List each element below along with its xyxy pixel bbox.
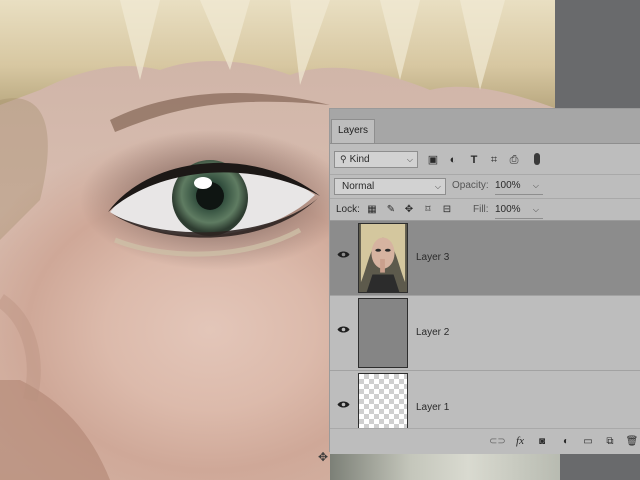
visibility-eye-icon[interactable]	[337, 400, 350, 409]
tab-layers[interactable]: Layers	[331, 119, 375, 143]
layer-thumbnail-transparent	[358, 373, 408, 429]
blend-mode-value: Normal	[342, 181, 375, 192]
photo-hair-bottom	[330, 452, 560, 480]
layer-row-layer-1[interactable]: Layer 1	[330, 371, 640, 429]
image-filter-icon[interactable]: ▣	[426, 153, 440, 167]
move-cursor-icon: ✥	[318, 450, 329, 464]
layer-style-icon[interactable]: fx	[513, 435, 527, 448]
visibility-eye-icon[interactable]	[337, 250, 350, 259]
chevron-down-icon: ⌵	[532, 205, 539, 214]
chevron-down-icon: ⌵	[532, 181, 539, 190]
lock-artboard-icon[interactable]: ⌑	[422, 203, 434, 216]
lock-label: Lock:	[336, 204, 360, 215]
layer-name: Layer 3	[416, 252, 450, 263]
layer-row-layer-3[interactable]: Layer 3	[330, 221, 640, 296]
opacity-field[interactable]: 100% ⌵	[495, 178, 543, 195]
layer-name: Layer 2	[416, 327, 450, 338]
layer-name: Layer 1	[416, 402, 450, 413]
opacity-value: 100%	[495, 180, 521, 191]
filter-kind-label: Kind	[349, 154, 370, 165]
blend-row: Normal ⌵ Opacity: 100% ⌵	[330, 174, 640, 197]
filter-row: ⚲ Kind ⌵ ▣ ◐ T ⌗ ⎙	[330, 149, 640, 171]
blend-mode-select[interactable]: Normal ⌵	[334, 178, 446, 195]
layers-bottom-toolbar: ⊂⊃ fx ◙ ◐ ▭ ⧉ 🗑	[330, 428, 640, 454]
layers-panel: Layers ⚲ Kind ⌵ ▣ ◐ T ⌗ ⎙ Normal ⌵ Opacit…	[329, 108, 640, 454]
chevron-down-icon: ⌵	[434, 182, 441, 191]
new-layer-icon[interactable]: ⧉	[603, 435, 617, 448]
new-group-icon[interactable]: ▭	[581, 435, 595, 448]
fill-field[interactable]: 100% ⌵	[495, 202, 543, 219]
type-filter-icon[interactable]: T	[467, 153, 481, 167]
layer-thumbnail-photo	[358, 223, 408, 293]
layer-row-layer-2[interactable]: Layer 2	[330, 296, 640, 371]
lock-row: Lock: ▦ ✎ ✥ ⌑ ⊟ Fill: 100% ⌵	[330, 198, 640, 221]
new-adjustment-layer-icon[interactable]: ◐	[559, 435, 573, 448]
lock-position-icon[interactable]: ✥	[403, 203, 415, 216]
opacity-label: Opacity:	[452, 180, 489, 191]
panel-tab-bar: Layers	[330, 109, 640, 144]
lock-transparent-pixels-icon[interactable]: ▦	[366, 203, 378, 216]
adjustment-filter-icon[interactable]: ◐	[446, 153, 460, 167]
fill-label: Fill:	[473, 204, 489, 215]
smart-object-filter-icon[interactable]: ⎙	[507, 153, 521, 167]
filter-toggle-switch[interactable]	[534, 153, 540, 165]
search-icon: ⚲	[340, 154, 347, 164]
link-layers-icon[interactable]: ⊂⊃	[489, 435, 506, 448]
fill-value: 100%	[495, 204, 521, 215]
visibility-eye-icon[interactable]	[337, 325, 350, 334]
add-mask-icon[interactable]: ◙	[535, 435, 549, 448]
filter-kind-select[interactable]: ⚲ Kind ⌵	[334, 151, 418, 168]
shape-filter-icon[interactable]: ⌗	[487, 153, 501, 167]
delete-layer-icon[interactable]: 🗑	[625, 435, 639, 448]
layer-list: Layer 3 Layer 2 Layer 1	[330, 220, 640, 429]
lock-image-pixels-icon[interactable]: ✎	[385, 203, 397, 216]
chevron-down-icon: ⌵	[406, 155, 413, 164]
lock-all-icon[interactable]: ⊟	[441, 203, 453, 216]
layer-thumbnail-gray	[358, 298, 408, 368]
